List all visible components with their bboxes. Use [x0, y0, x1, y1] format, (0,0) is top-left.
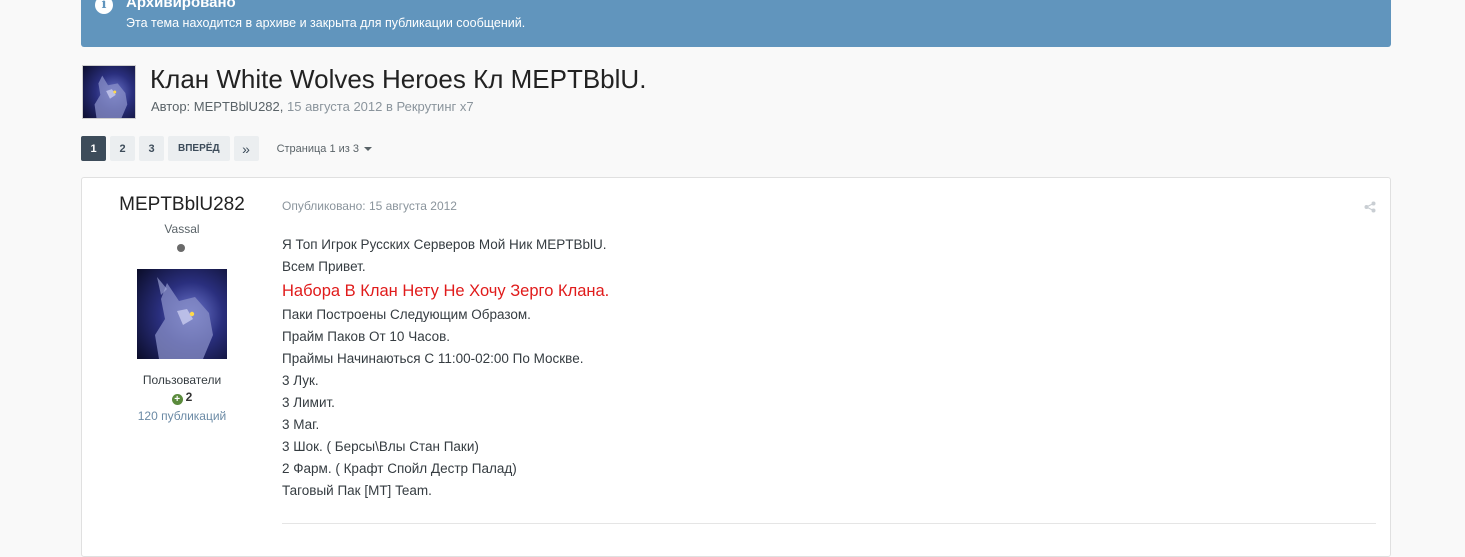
reputation-value: 2 — [185, 390, 193, 404]
archive-description: Эта тема находится в архиве и закрыта дл… — [126, 16, 526, 30]
last-page-icon[interactable]: » — [233, 136, 259, 161]
post-author-group: Пользователи — [142, 373, 222, 387]
topic-author-avatar[interactable] — [82, 65, 136, 119]
post-date: Опубликовано: 15 августа 2012 — [282, 199, 457, 213]
post-count: 120 публикаций — [137, 409, 227, 423]
wolf-avatar-image — [155, 277, 213, 359]
pagination: 1 2 3 ВПЕРЁД » Страница 1 из 3 — [81, 136, 373, 161]
post-line: Прайм Паков От 10 Часов. — [282, 329, 451, 344]
post-content: Я Топ Игрок Русских Серверов Мой Ник MEP… — [282, 234, 609, 502]
page-jump-dropdown[interactable]: Страница 1 из 3 — [276, 142, 373, 155]
post-author-avatar[interactable] — [137, 269, 227, 359]
page-button-1[interactable]: 1 — [81, 136, 106, 161]
topic-forum-link[interactable]: в Рекрутинг x7 — [382, 99, 474, 114]
reputation-badge: +2 — [82, 390, 282, 405]
post-line: 3 Шок. ( Берсы\Влы Стан Паки) — [282, 439, 479, 454]
post-line: Я Топ Игрок Русских Серверов Мой Ник MEP… — [282, 237, 607, 252]
post-line: 3 Лук. — [282, 373, 319, 388]
info-icon: i — [95, 0, 113, 14]
post-line: 3 Лимит. — [282, 395, 335, 410]
post-line: Паки Построены Следующим Образом. — [282, 307, 531, 322]
offline-status-icon — [177, 244, 185, 252]
post-line-highlight: Набора В Клан Нету Не Хочу Зерго Клана. — [282, 282, 610, 300]
page-button-2[interactable]: 2 — [110, 136, 135, 161]
topic-date: 15 августа 2012 — [287, 99, 383, 114]
share-icon[interactable] — [1364, 201, 1376, 213]
archive-notice: i Архивировано Эта тема находится в архи… — [81, 0, 1391, 47]
post-card: MEPTBblU282 Vassal Пользователи +2 120 п… — [81, 177, 1391, 557]
post-line: Всем Привет. — [282, 259, 366, 274]
page-info-label: Страница 1 из 3 — [276, 142, 360, 155]
wolf-avatar-image — [94, 75, 128, 118]
post-divider — [282, 523, 1376, 524]
post-line: 2 Фарм. ( Крафт Спойл Дестр Палад) — [282, 461, 517, 476]
post-line: 3 Маг. — [282, 417, 320, 432]
post-author-name[interactable]: MEPTBblU282 — [82, 194, 282, 216]
next-page-button[interactable]: ВПЕРЁД — [168, 136, 230, 161]
plus-circle-icon: + — [171, 394, 183, 405]
topic-meta: Автор: MEPTBblU282, 15 августа 2012 в Ре… — [151, 99, 474, 114]
caret-down-icon — [364, 146, 373, 151]
page-button-3[interactable]: 3 — [139, 136, 164, 161]
post-line: Таговый Пак [MT] Team. — [282, 483, 432, 498]
post-author-rank: Vassal — [164, 222, 200, 236]
topic-title: Клан White Wolves Heroes Кл MEPTBblU. — [150, 64, 647, 94]
post-line: Праймы Начинаються С 11:00-02:00 По Моск… — [282, 351, 584, 366]
archive-title: Архивировано — [126, 0, 236, 11]
topic-author-label[interactable]: Автор: MEPTBblU282, — [151, 99, 287, 114]
